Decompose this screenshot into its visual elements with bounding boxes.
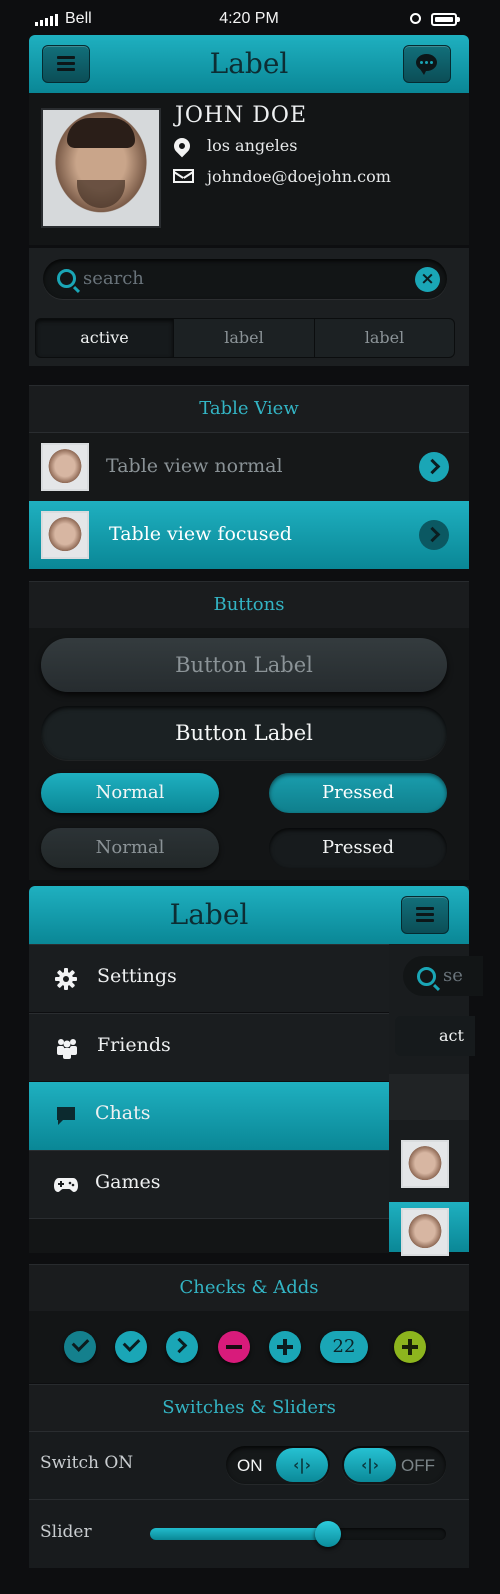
avatar: [401, 1208, 449, 1256]
dark-normal-button[interactable]: Normal: [41, 828, 219, 868]
search-placeholder: search: [83, 268, 144, 289]
battery-icon: [431, 13, 460, 26]
menu-item-games[interactable]: Games: [29, 1150, 389, 1218]
slider-thumb[interactable]: [315, 1521, 341, 1547]
profile-name: JOHN DOE: [175, 103, 308, 128]
switch-on[interactable]: ON ‹|›: [226, 1446, 330, 1484]
avatar: [41, 443, 89, 491]
teal-normal-button[interactable]: Normal: [41, 773, 219, 813]
switch-knob-icon[interactable]: ‹|›: [344, 1448, 396, 1482]
clear-icon[interactable]: ×: [415, 267, 440, 292]
table-row-focused[interactable]: Table view focused: [29, 501, 469, 569]
segment-label-2[interactable]: label: [314, 318, 455, 358]
slider-track[interactable]: [150, 1521, 446, 1547]
envelope-icon: [173, 169, 194, 183]
search-input[interactable]: se: [403, 956, 483, 996]
menu-item-settings[interactable]: Settings: [29, 944, 389, 1012]
profile-email: johndoe@doejohn.com: [207, 167, 391, 186]
gear-icon: [55, 968, 77, 990]
alarm-icon: [410, 13, 421, 24]
check-icon[interactable]: [115, 1331, 147, 1363]
menu-item-label: Settings: [97, 965, 177, 987]
menu-item-label: Games: [95, 1171, 161, 1193]
section-heading-switches: Switches & Sliders: [29, 1384, 469, 1431]
avatar: [401, 1140, 449, 1188]
status-time: 4:20 PM: [219, 10, 279, 27]
avatar: [41, 511, 89, 559]
switch-off-text: OFF: [401, 1456, 435, 1475]
chat-icon: [57, 1107, 75, 1125]
section-heading-buttons: Buttons: [29, 581, 469, 628]
chevron-right-icon[interactable]: [419, 452, 449, 482]
teal-pressed-button[interactable]: Pressed: [269, 773, 447, 813]
table-row-label: Table view focused: [109, 523, 292, 545]
chat-button[interactable]: [403, 45, 451, 83]
button-label-normal[interactable]: Button Label: [41, 638, 447, 692]
menu-button[interactable]: [42, 45, 90, 83]
search-placeholder: se: [443, 965, 463, 986]
slider-fill: [150, 1528, 328, 1540]
table-row-label: Table view normal: [106, 455, 283, 477]
nav-bar: Label: [29, 35, 469, 93]
menu-item-chats[interactable]: Chats: [29, 1082, 389, 1150]
slider-label: Slider: [40, 1522, 92, 1542]
search-icon: [57, 269, 76, 288]
drawer-header: Label: [29, 886, 389, 944]
plus-icon[interactable]: [269, 1331, 301, 1363]
menu-item-label: Friends: [97, 1034, 171, 1056]
segment-label-1[interactable]: label: [173, 318, 315, 358]
section-heading-checks: Checks & Adds: [29, 1264, 469, 1311]
menu-button[interactable]: [401, 896, 449, 934]
drawer-footer: [29, 1218, 389, 1253]
check-disabled-icon[interactable]: [64, 1331, 96, 1363]
dark-pressed-button[interactable]: Pressed: [269, 828, 447, 868]
friends-icon: [57, 1039, 77, 1059]
status-bar: Bell 4:20 PM: [29, 8, 469, 32]
menu-item-friends[interactable]: Friends: [29, 1013, 389, 1081]
profile-photo: [41, 108, 161, 228]
button-label-pressed[interactable]: Button Label: [41, 706, 447, 760]
segment-active[interactable]: active: [35, 318, 174, 358]
hamburger-icon: [57, 56, 75, 74]
hamburger-icon: [416, 907, 434, 925]
peek-content: se act: [389, 886, 483, 1256]
segment-active[interactable]: act: [395, 1016, 475, 1056]
add-green-icon[interactable]: [394, 1331, 426, 1363]
section-heading-table-view: Table View: [29, 385, 469, 432]
speech-bubble-icon: [416, 54, 437, 75]
switch-off[interactable]: ‹|› OFF: [342, 1446, 446, 1484]
search-icon: [417, 967, 436, 986]
switch-label: Switch ON: [40, 1453, 134, 1473]
minus-icon[interactable]: [218, 1331, 250, 1363]
switch-knob-icon[interactable]: ‹|›: [276, 1448, 328, 1482]
search-input[interactable]: search ×: [43, 259, 447, 299]
profile-location: los angeles: [207, 136, 298, 155]
table-row-normal[interactable]: Table view normal: [29, 432, 469, 501]
chevron-right-icon[interactable]: [419, 520, 449, 550]
switch-on-text: ON: [237, 1456, 263, 1475]
menu-item-label: Chats: [95, 1102, 151, 1124]
drawer-title: Label: [169, 898, 249, 931]
gamepad-icon: [54, 1178, 78, 1192]
count-badge: 22: [320, 1331, 368, 1363]
chevron-right-icon[interactable]: [166, 1331, 198, 1363]
